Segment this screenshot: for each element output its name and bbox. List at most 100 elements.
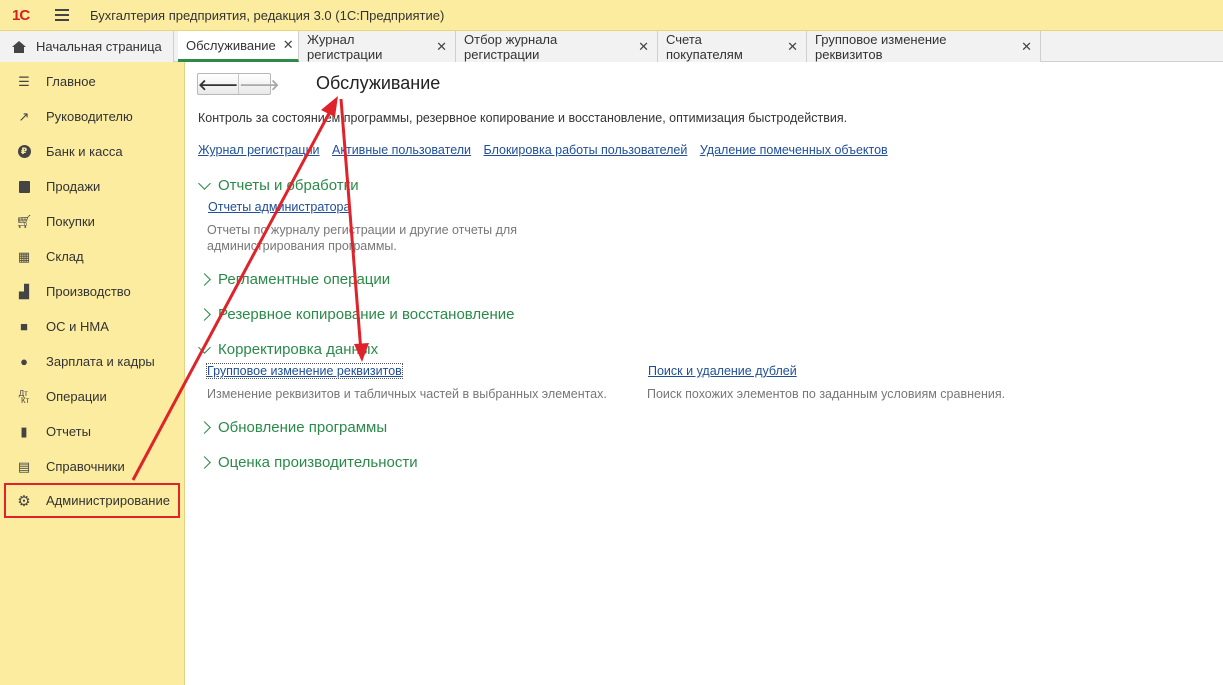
link-admin-reports[interactable]: Отчеты администратора [208, 200, 350, 214]
app-title: Бухгалтерия предприятия, редакция 3.0 (1… [90, 8, 445, 23]
sidebar-item-label: Отчеты [46, 424, 91, 439]
description-line: Отчеты по журналу регистрации и другие о… [207, 223, 517, 237]
group-performance[interactable]: Оценка производительности [198, 454, 418, 471]
sidebar-item-sales[interactable]: Продажи [0, 169, 185, 204]
group-title: Регламентные операции [218, 271, 391, 288]
sidebar-item-purchases[interactable]: 🛒︎ Покупки [0, 204, 185, 239]
tab-label: Журнал регистрации [307, 31, 383, 62]
tab-label: Групповое изменение реквизитов [815, 31, 947, 62]
factory-icon: ▟ [19, 283, 29, 299]
group-title: Оценка производительности [218, 454, 418, 471]
debit-credit-icon: Дт Кт [18, 388, 30, 405]
sidebar-item-label: Покупки [46, 214, 95, 229]
chevron-right-icon [198, 456, 211, 469]
sidebar-item-label: ОС и НМА [46, 319, 109, 334]
tab-event-log[interactable]: Журнал регистрации ✕ [299, 31, 456, 62]
chevron-right-icon [198, 308, 211, 321]
cart-icon: 🛒︎ [15, 213, 33, 229]
sidebar-item-administration[interactable]: ⚙ Администрирование [4, 483, 180, 518]
sidebar-item-operations[interactable]: Дт Кт Операции [0, 379, 185, 414]
sidebar-item-label: Руководителю [46, 109, 133, 124]
sidebar-item-reports[interactable]: ▮ Отчеты [0, 414, 185, 449]
admin-reports-description: Отчеты по журналу регистрации и другие о… [207, 222, 517, 254]
gear-icon: ⚙ [17, 492, 31, 510]
page-title: Обслуживание [316, 73, 441, 93]
sidebar-item-manager[interactable]: ↗ Руководителю [0, 99, 185, 134]
tab-label: Обслуживание [186, 37, 276, 53]
sidebar-item-warehouse[interactable]: ▦ Склад [0, 239, 185, 274]
sidebar-item-label: Справочники [46, 459, 125, 474]
close-icon[interactable]: ✕ [436, 39, 447, 55]
navigation-buttons: 🡐 🡒 [197, 73, 279, 95]
sidebar-item-label: Главное [46, 74, 96, 89]
link-block-users[interactable]: Блокировка работы пользователей [484, 143, 688, 157]
group-attribute-change-description: Изменение реквизитов и табличных частей … [207, 387, 607, 401]
arrow-right-icon: 🡒 [239, 76, 280, 94]
sidebar: ☰ Главное ↗ Руководителю ₽ Банк и касса … [0, 62, 185, 685]
tab-home[interactable]: Начальная страница [0, 31, 174, 62]
ruble-coin-icon: ₽ [16, 144, 32, 160]
sidebar-item-label: Продажи [46, 179, 101, 194]
sidebar-item-label: Производство [46, 284, 131, 299]
sidebar-item-label: Банк и касса [46, 144, 123, 159]
sidebar-item-bank[interactable]: ₽ Банк и касса [0, 134, 185, 169]
group-reports[interactable]: Отчеты и обработки [198, 176, 359, 194]
find-duplicates-description: Поиск похожих элементов по заданным усло… [647, 387, 1006, 401]
tab-group-attribute-change[interactable]: Групповое изменение реквизитов ✕ [807, 31, 1041, 62]
menu-lines-icon: ☰ [18, 73, 30, 89]
sidebar-item-directories[interactable]: ▤ Справочники [0, 449, 185, 484]
back-button[interactable]: 🡐 [198, 74, 238, 94]
group-data-correction[interactable]: Корректировка данных [198, 340, 378, 358]
chevron-down-icon [198, 176, 211, 190]
arrow-left-icon: 🡐 [198, 76, 239, 94]
page-description: Контроль за состоянием программы, резерв… [198, 111, 848, 125]
close-icon[interactable]: ✕ [283, 37, 294, 53]
quick-links: Журнал регистрации Активные пользователи… [198, 143, 897, 157]
close-icon[interactable]: ✕ [1021, 39, 1032, 55]
link-delete-marked[interactable]: Удаление помеченных объектов [700, 143, 888, 157]
sidebar-item-label: Операции [46, 389, 107, 404]
tab-event-log-filter[interactable]: Отбор журнала регистрации ✕ [456, 31, 658, 62]
group-routine-operations[interactable]: Регламентные операции [198, 271, 391, 288]
sidebar-item-label: Администрирование [46, 493, 170, 508]
group-backup[interactable]: Резервное копирование и восстановление [198, 306, 515, 323]
close-icon[interactable]: ✕ [638, 39, 649, 55]
home-icon [12, 40, 26, 53]
trend-icon: ↗ [18, 108, 30, 124]
group-title: Отчеты и обработки [218, 177, 359, 194]
chevron-down-icon [198, 340, 211, 354]
tab-maintenance[interactable]: Обслуживание ✕ [178, 31, 299, 62]
forward-button[interactable]: 🡒 [238, 74, 279, 94]
group-program-update[interactable]: Обновление программы [198, 419, 388, 436]
person-icon: ● [20, 354, 28, 369]
logo-text: 1С [12, 7, 30, 24]
truck-icon: ■ [20, 319, 28, 334]
sidebar-item-label: Зарплата и кадры [46, 354, 155, 369]
link-event-log[interactable]: Журнал регистрации [198, 143, 320, 157]
chevron-right-icon [198, 421, 211, 434]
sidebar-item-fixed-assets[interactable]: ■ ОС и НМА [0, 309, 185, 344]
link-find-duplicates[interactable]: Поиск и удаление дублей [648, 364, 797, 378]
sidebar-item-salary[interactable]: ● Зарплата и кадры [0, 344, 185, 379]
tab-label: Счета покупателям [666, 31, 743, 62]
title-bar: 1С Бухгалтерия предприятия, редакция 3.0… [0, 0, 1223, 31]
sidebar-item-production[interactable]: ▟ Производство [0, 274, 185, 309]
sidebar-item-label: Склад [46, 249, 84, 264]
description-line: администрирования программы. [207, 239, 397, 253]
tab-customer-invoices[interactable]: Счета покупателям ✕ [658, 31, 807, 62]
group-title: Обновление программы [218, 419, 388, 436]
main-menu-icon[interactable] [55, 9, 69, 21]
tabs-bar: Начальная страница Обслуживание ✕ Журнал… [0, 31, 1223, 62]
tab-label: Отбор журнала регистрации [464, 31, 558, 62]
link-active-users[interactable]: Активные пользователи [332, 143, 471, 157]
bar-chart-icon: ▮ [20, 423, 28, 439]
1c-logo[interactable]: 1С [12, 7, 30, 24]
sidebar-item-main[interactable]: ☰ Главное [0, 64, 185, 99]
books-icon: ▤ [17, 458, 31, 474]
shopping-bag-icon [16, 179, 32, 195]
warehouse-icon: ▦ [17, 248, 31, 264]
close-icon[interactable]: ✕ [787, 39, 798, 55]
group-title: Резервное копирование и восстановление [218, 306, 515, 323]
tab-label: Начальная страница [36, 39, 162, 54]
link-group-attribute-change[interactable]: Групповое изменение реквизитов [206, 363, 403, 379]
